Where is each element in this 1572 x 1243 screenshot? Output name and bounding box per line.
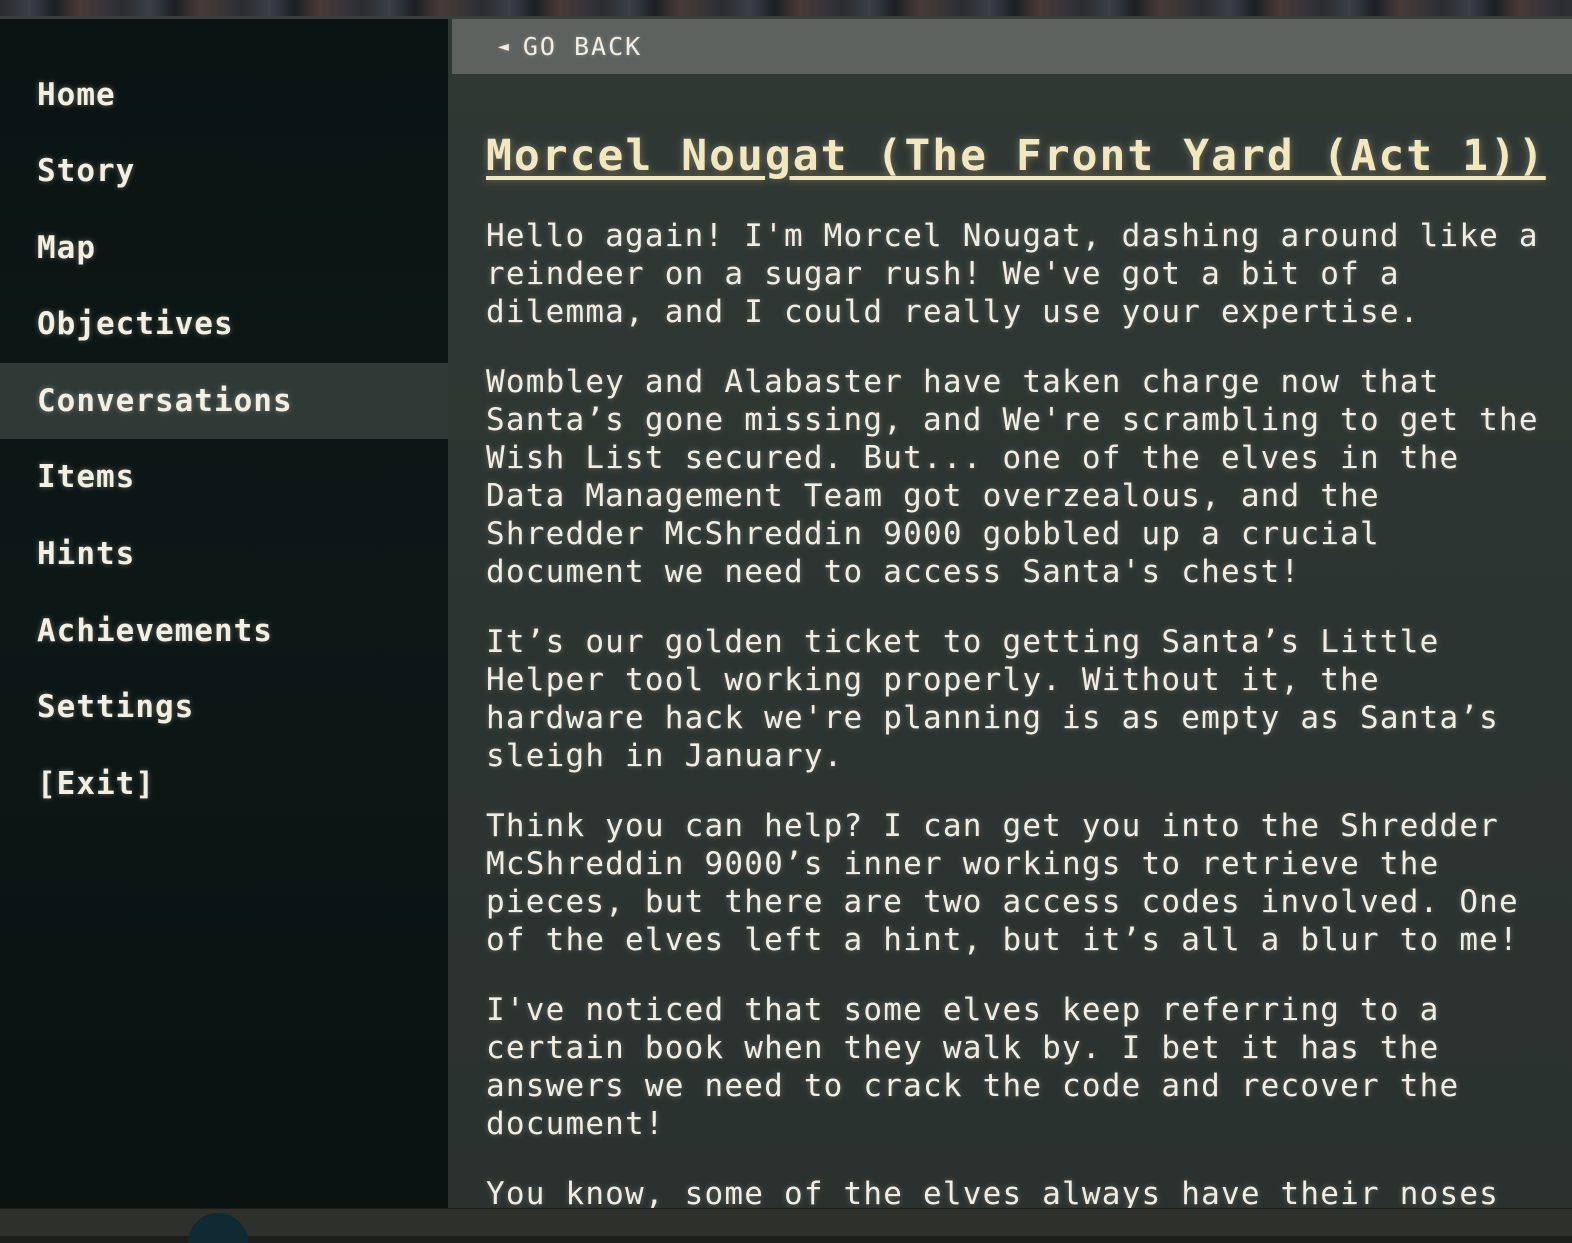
go-back-button[interactable]: ◄ GO BACK	[452, 19, 1572, 74]
nav-item-objectives[interactable]: Objectives	[0, 286, 448, 362]
conversation-body: Hello again! I'm Morcel Nougat, dashing …	[486, 217, 1546, 1208]
dialogue-paragraph: Hello again! I'm Morcel Nougat, dashing …	[486, 218, 1539, 330]
nav-item-label: Achievements	[37, 613, 273, 649]
nav-item-hints[interactable]: Hints	[0, 516, 448, 592]
nav-item-exit[interactable]: [Exit]	[0, 746, 448, 822]
conversation-title: Morcel Nougat (The Front Yard (Act 1))	[486, 131, 1546, 181]
nav-item-label: Settings	[37, 689, 195, 725]
dialogue-paragraph: Think you can help? I can get you into t…	[486, 808, 1519, 958]
sidebar: Home Story Map Objectives Conversations …	[0, 19, 448, 1208]
go-back-label: GO BACK	[522, 32, 643, 61]
nav-item-label: Hints	[37, 536, 136, 572]
nav-item-settings[interactable]: Settings	[0, 669, 448, 745]
nav-item-label: Items	[37, 459, 136, 495]
nav-item-label: Map	[37, 230, 96, 266]
nav-item-label: [Exit]	[37, 766, 155, 802]
nav-item-story[interactable]: Story	[0, 133, 448, 209]
nav-item-items[interactable]: Items	[0, 439, 448, 515]
nav-item-home[interactable]: Home	[0, 57, 448, 133]
nav-item-label: Story	[37, 153, 136, 189]
dialogue-paragraph: I've noticed that some elves keep referr…	[486, 992, 1460, 1142]
background-decoration	[188, 1213, 248, 1243]
dialogue-paragraph: Wombley and Alabaster have taken charge …	[486, 364, 1539, 590]
left-triangle-icon: ◄	[498, 36, 511, 57]
nav-item-label: Conversations	[37, 383, 293, 419]
nav-item-label: Objectives	[37, 306, 234, 342]
nav-item-conversations[interactable]: Conversations	[0, 363, 448, 439]
bottom-background-strip	[0, 1208, 1572, 1243]
nav-item-achievements[interactable]: Achievements	[0, 593, 448, 669]
nav-item-label: Home	[37, 77, 116, 113]
dialogue-paragraph: You know, some of the elves always have …	[486, 1176, 1500, 1208]
dialogue-paragraph: It’s our golden ticket to getting Santa’…	[486, 624, 1500, 774]
nav-item-map[interactable]: Map	[0, 210, 448, 286]
conversation-panel: ◄ GO BACK Morcel Nougat (The Front Yard …	[448, 19, 1572, 1208]
top-background-strip	[0, 0, 1572, 19]
